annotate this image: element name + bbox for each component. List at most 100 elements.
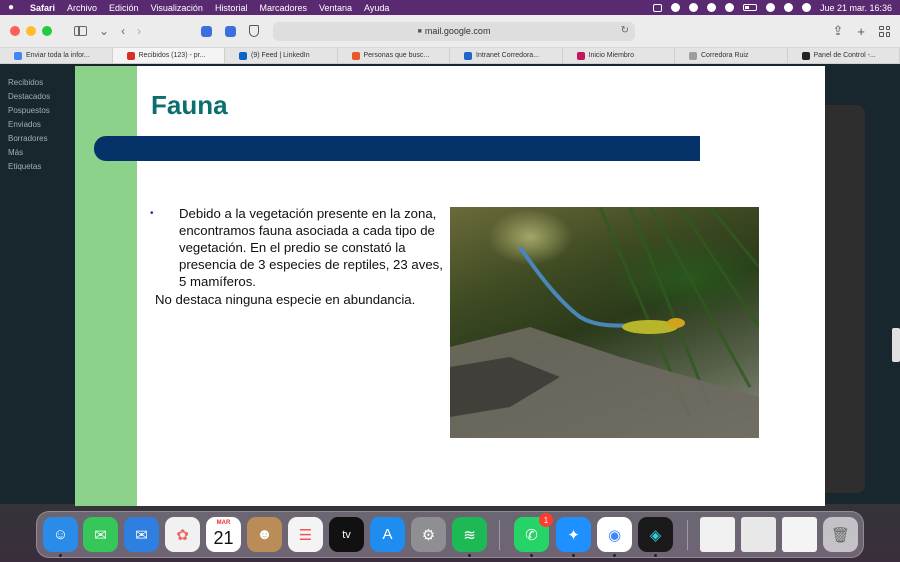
status-app-icon[interactable] <box>670 3 680 12</box>
vpn-icon[interactable] <box>706 3 716 12</box>
screen-icon[interactable] <box>652 3 662 12</box>
share-icon[interactable]: ⇪ <box>833 23 844 39</box>
address-bar-url: mail.google.com <box>424 26 491 36</box>
lock-icon: ■ <box>417 27 422 35</box>
messages-icon[interactable]: ✉ <box>83 517 118 552</box>
contacts-icon[interactable]: ☻ <box>247 517 282 552</box>
settings-gear-icon[interactable]: ⚙ <box>411 517 446 552</box>
status-icons: Jue 21 mar. 16:36 <box>652 3 892 13</box>
address-bar[interactable]: ■ mail.google.com ↻ <box>273 21 636 41</box>
search-icon[interactable] <box>783 3 793 12</box>
reload-icon[interactable]: ↻ <box>621 25 629 36</box>
gmail-nav-item[interactable]: Recibidos <box>8 76 50 90</box>
minimize-window-button[interactable] <box>26 26 36 36</box>
gmail-nav-item[interactable]: Más <box>8 146 50 160</box>
appstore-icon[interactable]: A <box>370 517 405 552</box>
running-indicator <box>530 554 533 557</box>
back-button[interactable]: ‹ <box>121 24 125 38</box>
bullet-text: Debido a la vegetación presente en la zo… <box>179 206 443 289</box>
menu-marcadores[interactable]: Marcadores <box>259 3 307 13</box>
lizard-photo-drawing <box>450 206 761 438</box>
extension-icon[interactable] <box>688 3 698 12</box>
gmail-nav-item[interactable]: Enviados <box>8 118 50 132</box>
forward-button[interactable]: › <box>137 24 141 38</box>
slide-accent-stripe <box>75 66 137 506</box>
running-indicator <box>613 554 616 557</box>
whatsapp-icon[interactable]: ✆ 1 <box>514 513 553 552</box>
sidebar-toggle-button[interactable] <box>74 26 87 36</box>
menu-ventana[interactable]: Ventana <box>319 3 352 13</box>
scrollbar-thumb[interactable] <box>892 328 900 362</box>
chevron-down-icon[interactable]: ⌄ <box>99 24 109 38</box>
tab-label: Recibidos (123) - pr... <box>138 52 206 59</box>
corredora-icon <box>689 51 697 60</box>
intranet-icon <box>464 51 472 60</box>
tab-0[interactable]: Enviar toda la infor... <box>0 48 113 63</box>
folder-thumbnail-icon[interactable] <box>782 517 817 552</box>
appletv-label: tv <box>342 528 351 541</box>
new-tab-button[interactable]: + <box>857 24 865 39</box>
appletv-icon[interactable]: tv <box>329 517 364 552</box>
tab-label: (9) Feed | LinkedIn <box>251 52 310 59</box>
reminders-icon[interactable]: ☰ <box>288 517 323 552</box>
window-controls <box>10 26 52 36</box>
battery-icon[interactable] <box>742 4 757 11</box>
gmail-nav-item[interactable]: Pospuestos <box>8 104 50 118</box>
photos-icon[interactable]: ✿ <box>165 517 200 552</box>
safari-compass-icon[interactable]: ✦ <box>556 517 591 552</box>
wifi-icon[interactable] <box>765 3 775 12</box>
gmail-icon <box>126 51 135 60</box>
toolbar-right: ⇪ + <box>833 23 890 39</box>
slide-title: Fauna <box>151 90 228 120</box>
tab-label: Personas que busc... <box>363 52 430 59</box>
browser-toolbar: ⌄ ‹ › ■ mail.google.com ↻ ⇪ + <box>0 15 900 48</box>
member-icon <box>576 51 585 60</box>
running-indicator <box>572 554 575 557</box>
tab-label: Enviar toda la infor... <box>26 52 90 59</box>
menu-edicion[interactable]: Edición <box>109 3 139 13</box>
notification-badge: 1 <box>539 513 553 527</box>
tab-bar: Enviar toda la infor... Recibidos (123) … <box>0 48 900 64</box>
tab-2[interactable]: (9) Feed | LinkedIn <box>225 48 338 63</box>
gmail-nav-item[interactable]: Destacados <box>8 90 50 104</box>
tab-7[interactable]: Panel de Control -... <box>788 48 900 63</box>
chrome-icon[interactable]: ◉ <box>597 517 632 552</box>
clock[interactable]: Jue 21 mar. 16:36 <box>820 3 892 13</box>
tab-overview-icon[interactable] <box>879 25 890 37</box>
slide-title-bar <box>94 136 700 161</box>
menu-visualizacion[interactable]: Visualización <box>151 3 203 13</box>
tab-1[interactable]: Recibidos (123) - pr... <box>112 48 225 63</box>
tab-label: Corredora Ruiz <box>701 52 749 59</box>
menu-historial[interactable]: Historial <box>215 3 248 13</box>
document-thumbnail-icon[interactable] <box>700 517 735 552</box>
menu-bar: ● Safari Archivo Edición Visualización H… <box>0 0 900 15</box>
siri-icon[interactable] <box>801 3 811 12</box>
finder-icon[interactable]: ☺ <box>43 517 78 552</box>
window-thumbnail-icon[interactable] <box>741 517 776 552</box>
tab-4[interactable]: Intranet Corredora... <box>450 48 563 63</box>
tab-6[interactable]: Corredora Ruiz <box>675 48 788 63</box>
gmail-nav-item[interactable]: Borradores <box>8 132 50 146</box>
lizard-photo <box>450 206 761 438</box>
tab-3[interactable]: Personas que busc... <box>338 48 450 63</box>
menu-app-name[interactable]: Safari <box>30 3 55 13</box>
menu-ayuda[interactable]: Ayuda <box>364 3 389 13</box>
mail-icon[interactable]: ✉ <box>124 517 159 552</box>
calendar-month: MAR <box>216 520 231 526</box>
dock: ☺ ✉ ✉ ✿ MAR 21 ☻ ☰ tv A ⚙ ≋ ✆ 1 ✦ ◉ ◈ 🗑 <box>36 511 864 558</box>
privacy-shield-icon[interactable] <box>249 25 260 37</box>
dock-separator <box>499 520 500 550</box>
trash-icon[interactable]: 🗑 <box>823 517 858 552</box>
menu-archivo[interactable]: Archivo <box>67 3 97 13</box>
extension-1-icon[interactable] <box>201 25 213 37</box>
audio-app-icon[interactable]: ◈ <box>638 517 673 552</box>
zoom-window-button[interactable] <box>42 26 52 36</box>
extension-2-icon[interactable] <box>225 25 237 37</box>
apple-icon[interactable]: ● <box>8 2 20 13</box>
calendar-icon[interactable]: MAR 21 <box>206 517 241 552</box>
tab-5[interactable]: Inicio Miembro <box>563 48 675 63</box>
record-icon[interactable] <box>724 3 734 12</box>
close-window-button[interactable] <box>10 26 20 36</box>
spotify-icon[interactable]: ≋ <box>452 517 487 552</box>
bullet-item: • Debido a la vegetación presente en la … <box>149 205 449 290</box>
